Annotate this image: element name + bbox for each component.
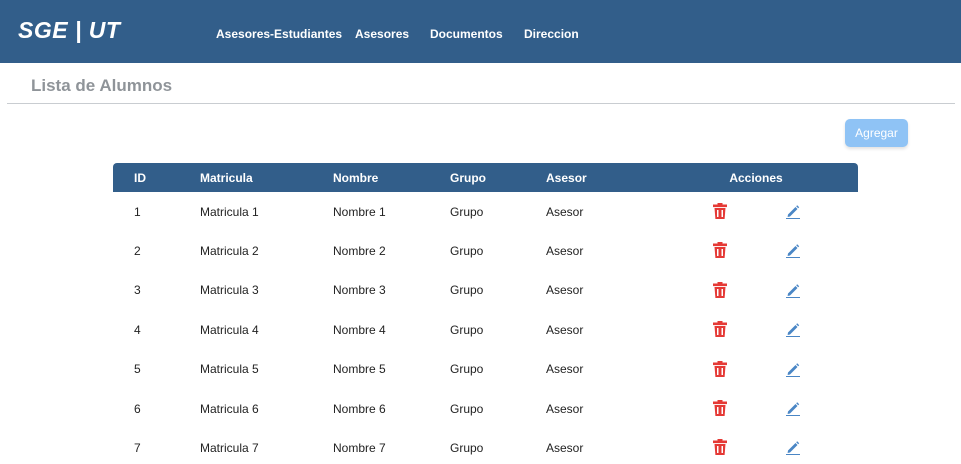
cell-nombre: Nombre 6 [333,401,386,416]
header-acciones: Acciones [729,170,783,185]
cell-asesor: Asesor [546,283,584,298]
cell-matricula: Matricula 4 [200,322,259,337]
trash-icon[interactable] [713,439,727,456]
actions-group [654,428,858,464]
header-nombre: Nombre [333,170,379,185]
table-row: 7 Matricula 7 Nombre 7 Grupo Asesor [113,428,858,464]
cell-acciones [654,271,858,310]
cell-id: 5 [134,362,141,377]
pencil-icon[interactable] [785,282,801,299]
table-row: 6 Matricula 6 Nombre 6 Grupo Asesor [113,389,858,428]
table-row: 2 Matricula 2 Nombre 2 Grupo Asesor [113,231,858,270]
trash-icon[interactable] [713,399,727,416]
cell-grupo: Grupo [450,322,484,337]
trash-icon[interactable] [713,203,727,219]
cell-asesor: Asesor [546,204,584,219]
cell-grupo: Grupo [450,283,484,298]
cell-grupo: Grupo [450,362,484,377]
cell-grupo: Grupo [450,244,484,259]
cell-id: 7 [134,441,141,456]
pencil-icon[interactable] [785,203,801,220]
table-row: 3 Matricula 3 Nombre 3 Grupo Asesor [113,271,858,310]
cell-asesor: Asesor [546,362,584,377]
cell-acciones [654,231,858,270]
nav-direccion[interactable]: Direccion [524,27,579,41]
table-row: 5 Matricula 5 Nombre 5 Grupo Asesor [113,350,858,389]
cell-acciones [654,389,858,428]
table-header-row: ID Matricula Nombre Grupo Asesor Accione… [113,163,858,192]
cell-id: 2 [134,244,141,259]
page-title: Lista de Alumnos [31,76,173,95]
actions-group [654,310,858,349]
cell-matricula: Matricula 1 [200,204,259,219]
cell-asesor: Asesor [546,322,584,337]
cell-nombre: Nombre 4 [333,322,386,337]
pencil-icon[interactable] [785,361,801,377]
cell-grupo: Grupo [450,441,484,456]
brand-logo[interactable]: SGE | UT [18,17,120,44]
cell-acciones [654,192,858,231]
cell-matricula: Matricula 5 [200,362,259,377]
table-row: 4 Matricula 4 Nombre 4 Grupo Asesor [113,310,858,349]
header-grupo: Grupo [450,170,486,185]
nav-documentos[interactable]: Documentos [430,27,503,41]
top-navbar: SGE | UT Asesores-Estudiantes Asesores D… [0,0,961,63]
students-table-container: ID Matricula Nombre Grupo Asesor Accione… [113,163,858,464]
pencil-icon[interactable] [785,242,801,259]
cell-acciones [654,428,858,464]
cell-grupo: Grupo [450,401,484,416]
cell-grupo: Grupo [450,204,484,219]
trash-icon[interactable] [713,360,727,377]
nav-asesores[interactable]: Asesores [355,27,409,41]
actions-group [654,389,858,428]
cell-nombre: Nombre 2 [333,244,386,259]
actions-group [654,271,858,310]
cell-nombre: Nombre 3 [333,283,386,298]
cell-asesor: Asesor [546,441,584,456]
trash-icon[interactable] [713,242,727,259]
pencil-icon[interactable] [785,439,801,456]
cell-nombre: Nombre 5 [333,362,386,377]
cell-matricula: Matricula 2 [200,244,259,259]
cell-acciones [654,350,858,389]
header-asesor: Asesor [546,170,587,185]
cell-id: 6 [134,401,141,416]
cell-nombre: Nombre 7 [333,441,386,456]
trash-icon[interactable] [713,321,727,338]
trash-icon[interactable] [713,281,727,298]
cell-asesor: Asesor [546,244,584,259]
cell-id: 1 [134,204,141,219]
cell-matricula: Matricula 6 [200,401,259,416]
actions-group [654,192,858,231]
add-button[interactable]: Agregar [845,119,908,147]
table-body: 1 Matricula 1 Nombre 1 Grupo Asesor 2 Matricul… [113,192,858,464]
actions-group [654,350,858,389]
cell-matricula: Matricula 3 [200,283,259,298]
actions-group [654,231,858,270]
cell-acciones [654,310,858,349]
pencil-icon[interactable] [785,400,801,417]
header-id: ID [134,170,146,185]
cell-id: 3 [134,283,141,298]
cell-nombre: Nombre 1 [333,204,386,219]
cell-asesor: Asesor [546,401,584,416]
title-divider [7,103,955,104]
pencil-icon[interactable] [785,321,801,338]
table-row: 1 Matricula 1 Nombre 1 Grupo Asesor [113,192,858,231]
students-table: ID Matricula Nombre Grupo Asesor Accione… [113,163,858,464]
cell-id: 4 [134,322,141,337]
header-matricula: Matricula [200,170,253,185]
nav-asesores-estudiantes[interactable]: Asesores-Estudiantes [216,27,342,41]
cell-matricula: Matricula 7 [200,441,259,456]
